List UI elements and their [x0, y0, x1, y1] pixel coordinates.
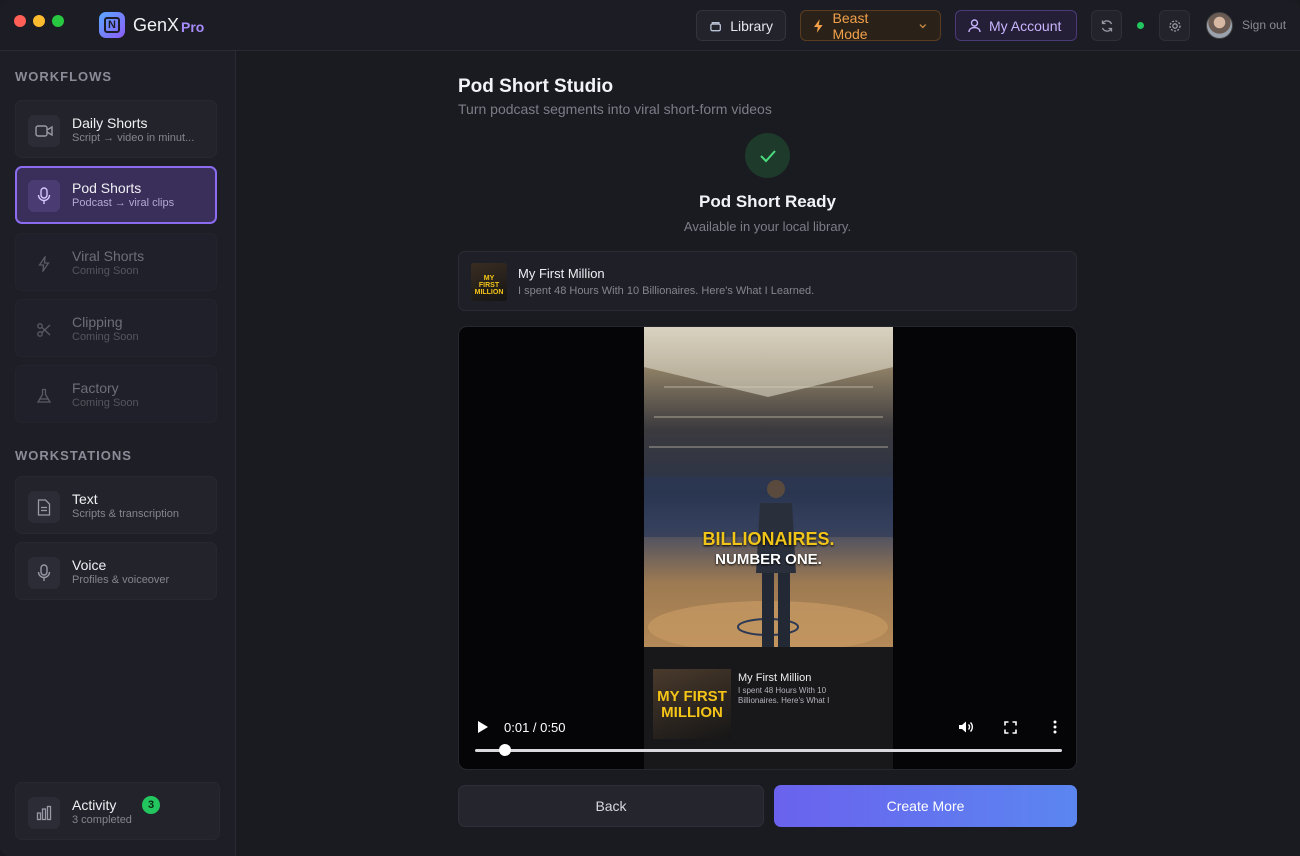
volume-icon	[959, 721, 973, 733]
lower-podcast-name: My First Million	[738, 672, 812, 684]
sidebar-item-subtitle: Podcast → viral clips	[72, 197, 175, 209]
sidebar-item-title: Clipping	[72, 314, 123, 330]
gear-icon	[1168, 19, 1181, 32]
fullscreen-button[interactable]	[1000, 717, 1020, 737]
connection-status-dot	[1137, 22, 1144, 29]
scissors-icon	[28, 314, 60, 346]
sidebar-item-subtitle: 3 completed	[72, 814, 132, 826]
microphone-icon	[28, 557, 60, 589]
video-frame: BILLIONAIRES. NUMBER ONE.	[644, 327, 893, 647]
app-logo-icon: N	[99, 12, 125, 38]
settings-button[interactable]	[1159, 10, 1190, 41]
activity-count-badge: 3	[142, 796, 160, 814]
sidebar-item-subtitle: Scripts & transcription	[72, 508, 179, 520]
library-icon	[710, 21, 721, 31]
minimize-window-button[interactable]	[33, 15, 45, 27]
close-window-button[interactable]	[14, 15, 26, 27]
chevron-down-icon	[919, 23, 927, 28]
maximize-window-button[interactable]	[52, 15, 64, 27]
sidebar-item-clipping: Clipping Coming Soon	[15, 299, 217, 357]
back-button[interactable]: Back	[458, 785, 764, 827]
more-options-button[interactable]	[1045, 717, 1065, 737]
sidebar-item-voice[interactable]: Voice Profiles & voiceover	[15, 542, 217, 600]
ready-subtitle: Available in your local library.	[683, 219, 852, 234]
video-caption-line1: BILLIONAIRES.	[702, 529, 835, 549]
fullscreen-icon	[1003, 720, 1017, 734]
beast-mode-label: Beast Mode	[832, 9, 869, 42]
my-account-button[interactable]: My Account	[955, 10, 1077, 41]
video-controls: 0:01 / 0:50	[459, 707, 1076, 769]
title-bar: N GenX Pro Library Beast Mode My Account…	[0, 0, 1300, 51]
microphone-icon	[28, 180, 60, 212]
workstations-section-title: WORKSTATIONS	[15, 448, 132, 463]
workflows-section-title: WORKFLOWS	[15, 69, 113, 84]
lightning-icon	[28, 248, 60, 280]
document-icon	[28, 491, 60, 523]
sidebar-item-title: Text	[72, 491, 98, 507]
flask-icon	[28, 380, 60, 412]
sidebar-item-factory: Factory Coming Soon	[15, 365, 217, 423]
user-icon	[968, 18, 981, 32]
video-camera-icon	[28, 115, 60, 147]
podcast-thumbnail: MY FIRST MILLION	[471, 263, 507, 301]
my-account-label: My Account	[989, 17, 1062, 34]
podcast-episode-title: I spent 48 Hours With 10 Billionaires. H…	[518, 285, 815, 297]
success-check-icon	[745, 133, 790, 178]
lower-podcast-desc: I spent 48 Hours With 10 Billionaires. H…	[738, 686, 830, 705]
ready-title: Pod Short Ready	[699, 192, 836, 211]
beast-mode-dropdown[interactable]: Beast Mode	[800, 9, 941, 42]
play-button[interactable]	[473, 717, 493, 737]
sidebar-item-daily-shorts[interactable]: Daily Shorts Script → video in minut...	[15, 100, 217, 158]
sidebar-item-title: Activity	[72, 797, 117, 813]
sidebar-item-subtitle: Coming Soon	[72, 265, 139, 277]
sidebar-item-viral-shorts: Viral Shorts Coming Soon	[15, 233, 217, 291]
create-more-button[interactable]: Create More	[774, 785, 1077, 827]
lightning-icon	[813, 18, 823, 33]
sidebar-item-subtitle: Coming Soon	[72, 331, 139, 343]
page-title: Pod Short Studio	[458, 76, 614, 97]
sidebar-item-title: Voice	[72, 557, 107, 573]
time-display: 0:01 / 0:50	[504, 720, 566, 735]
app-tier: Pro	[181, 19, 205, 35]
library-label: Library	[730, 17, 773, 34]
podcast-thumbnail-text: MY FIRST MILLION	[474, 275, 504, 296]
sidebar: WORKFLOWS Daily Shorts Script → video in…	[0, 51, 236, 856]
app-window: N GenX Pro Library Beast Mode My Account…	[0, 0, 1300, 856]
video-progress-track[interactable]	[475, 749, 1062, 752]
refresh-icon	[1101, 19, 1112, 32]
video-progress-handle[interactable]	[498, 744, 511, 756]
sidebar-item-text[interactable]: Text Scripts & transcription	[15, 476, 217, 534]
page-subtitle: Turn podcast segments into viral short-f…	[458, 101, 772, 117]
bar-chart-icon	[28, 797, 60, 829]
avatar[interactable]	[1206, 12, 1233, 39]
sidebar-item-pod-shorts[interactable]: Pod Shorts Podcast → viral clips	[15, 166, 217, 224]
more-vertical-icon	[1053, 720, 1057, 734]
refresh-button[interactable]	[1091, 10, 1122, 41]
library-button[interactable]: Library	[696, 10, 786, 41]
volume-button[interactable]	[956, 717, 976, 737]
podcast-info-card: MY FIRST MILLION My First Million I spen…	[458, 251, 1077, 311]
sidebar-item-activity[interactable]: Activity 3 3 completed	[15, 782, 220, 840]
sidebar-item-title: Pod Shorts	[72, 180, 142, 196]
sidebar-item-subtitle: Script → video in minut...	[72, 132, 195, 144]
sidebar-item-subtitle: Coming Soon	[72, 397, 139, 409]
video-caption-line2: NUMBER ONE.	[715, 551, 822, 568]
video-player[interactable]: BILLIONAIRES. NUMBER ONE. MY FIRST MILLI…	[458, 326, 1077, 770]
sidebar-item-title: Factory	[72, 380, 119, 396]
sidebar-item-subtitle: Profiles & voiceover	[72, 574, 170, 586]
play-icon	[478, 721, 488, 733]
sidebar-item-title: Daily Shorts	[72, 115, 148, 131]
sidebar-item-title: Viral Shorts	[72, 248, 145, 264]
app-name: GenX	[133, 15, 180, 35]
podcast-name: My First Million	[518, 266, 605, 281]
sign-out-link[interactable]: Sign out	[1242, 18, 1286, 32]
